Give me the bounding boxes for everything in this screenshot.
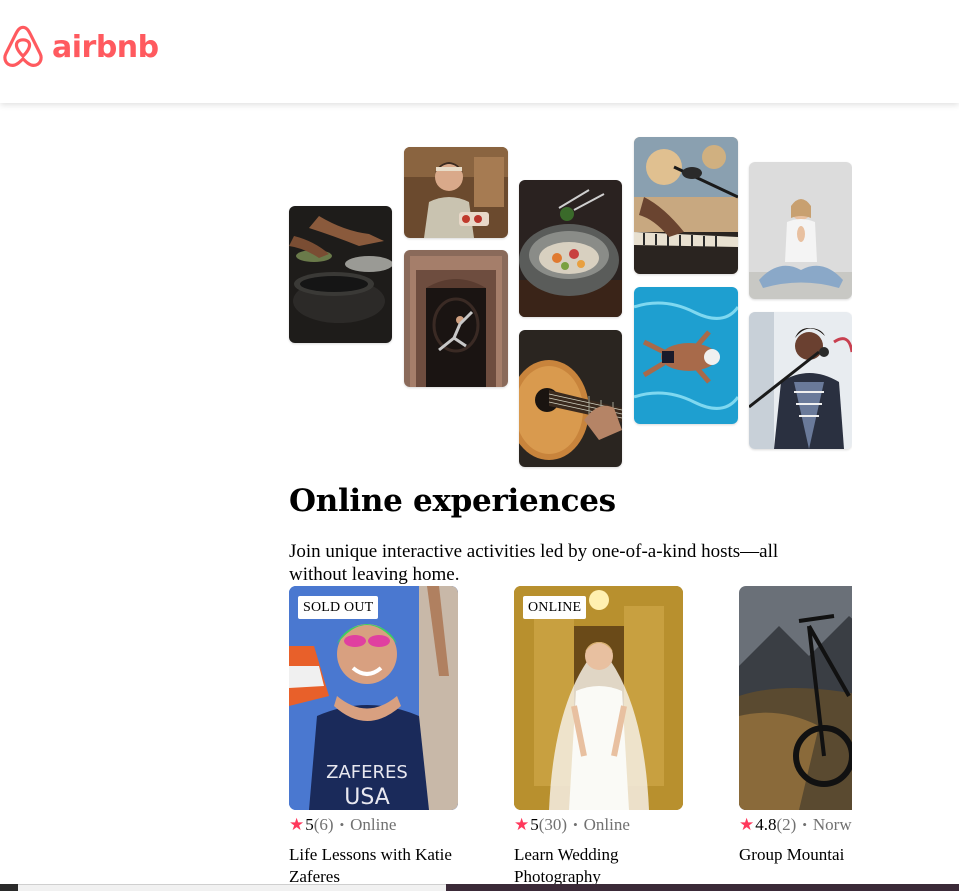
star-icon: ★ [289,815,305,834]
photo-dancer-doorway[interactable] [404,250,508,387]
star-icon: ★ [739,815,755,834]
rating-value: 5 [530,815,539,834]
card-photo-bride[interactable]: ONLINE [514,586,683,810]
card-title[interactable]: Life Lessons with Katie Zaferes [289,844,464,888]
card-title[interactable]: Learn Wedding Photography [514,844,689,888]
card-location: Online [583,815,630,834]
card-location: Norw [812,815,852,834]
experience-card[interactable]: ZAFERES USA SOLD OUT ★ 5 (6) • Online Li… [289,586,464,888]
section-subtitle: Join unique interactive activities led b… [289,541,779,585]
experience-card[interactable]: ONLINE ★ 5 (30) • Online Learn Wedding P… [514,586,689,888]
bottom-bar-left [0,884,18,891]
photo-yoga[interactable] [749,162,852,299]
photo-singer[interactable] [749,312,852,449]
photo-baker-woman[interactable] [404,147,508,238]
horizontal-scrollbar[interactable] [18,884,446,891]
review-count: (6) [313,815,334,834]
review-count: (30) [538,815,568,834]
photo-swimmer[interactable] [634,287,738,424]
photo-guitar[interactable] [519,330,622,467]
rating-value: 4.8 [755,815,777,834]
top-header: airbnb [0,0,959,103]
jersey-name: ZAFERES [326,762,408,783]
card-photo-triathlete[interactable]: ZAFERES USA SOLD OUT [289,586,458,810]
airbnb-belo-icon [3,25,43,67]
airbnb-logo[interactable]: airbnb [2,24,159,70]
viewport-edge [852,130,959,891]
separator-dot: • [573,817,578,832]
card-location: Online [350,815,397,834]
status-badge: SOLD OUT [298,596,379,619]
photo-piano-microphone[interactable] [634,137,738,274]
status-badge: ONLINE [523,596,587,619]
jersey-country: USA [344,785,390,810]
card-rating: ★ 5 (6) • Online [289,815,464,835]
photo-cooking-pans[interactable] [289,206,392,343]
section-title: Online experiences [289,483,616,519]
rating-value: 5 [305,815,314,834]
separator-dot: • [802,817,807,832]
separator-dot: • [339,817,345,832]
brand-name: airbnb [52,29,159,65]
review-count: (2) [776,815,797,834]
star-icon: ★ [514,815,530,834]
photo-food-bowl[interactable] [519,180,622,317]
bottom-bar [0,884,959,891]
card-rating: ★ 5 (30) • Online [514,815,689,835]
bottom-bar-right [446,884,959,891]
